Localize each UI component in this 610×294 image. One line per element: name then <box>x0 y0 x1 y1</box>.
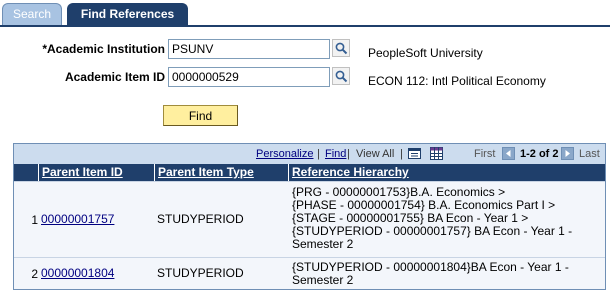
row-range: 1-2 of 2 <box>520 148 559 160</box>
column-reference-hierarchy[interactable]: Reference Hierarchy <box>288 164 605 181</box>
tab-underline <box>0 25 610 27</box>
hierarchy-line: Semester 2 <box>292 273 354 287</box>
institution-lookup-button[interactable] <box>332 39 350 57</box>
nav-separator: | <box>317 148 320 160</box>
table-row: 2 00000001804 STUDYPERIOD {STUDYPERIOD -… <box>14 257 605 289</box>
row-number: 2 <box>31 267 38 281</box>
page-tabs: Search Find References <box>0 0 610 27</box>
magnifier-icon <box>335 70 347 82</box>
tab-search[interactable]: Search <box>2 3 62 26</box>
references-grid: Personalize | Find | View All | First 1-… <box>13 143 606 290</box>
item-id-label: Academic Item ID <box>64 70 165 84</box>
reference-hierarchy: {STUDYPERIOD - 00000001804}BA Econ - Yea… <box>292 261 569 287</box>
item-id-lookup-button[interactable] <box>332 67 350 85</box>
nav-separator: | <box>400 148 403 160</box>
column-parent-item-type[interactable]: Parent Item Type <box>154 164 288 181</box>
spreadsheet-icon[interactable] <box>430 147 444 164</box>
parent-item-id-link[interactable]: 00000001757 <box>41 213 114 226</box>
previous-arrow-icon[interactable] <box>502 147 515 160</box>
parent-item-type: STUDYPERIOD <box>157 266 244 280</box>
institution-description: PeopleSoft University <box>368 46 483 60</box>
parent-item-id-link[interactable]: 00000001804 <box>41 267 114 280</box>
tab-find-references[interactable]: Find References <box>67 3 188 26</box>
find-button[interactable]: Find <box>163 105 238 126</box>
last-label[interactable]: Last <box>579 148 600 160</box>
nav-separator: | <box>347 148 350 160</box>
find-link[interactable]: Find <box>325 148 346 160</box>
parent-item-type: STUDYPERIOD <box>157 212 244 226</box>
download-icon[interactable] <box>408 147 423 164</box>
grid-header: Parent Item ID Parent Item Type Referenc… <box>14 164 605 181</box>
magnifier-icon <box>335 42 347 54</box>
personalize-link[interactable]: Personalize <box>256 148 313 160</box>
institution-input[interactable] <box>168 39 330 59</box>
next-arrow-icon[interactable] <box>561 147 574 160</box>
item-id-description: ECON 112: Intl Political Economy <box>368 74 546 88</box>
first-label[interactable]: First <box>474 148 495 160</box>
view-all-link[interactable]: View All <box>356 148 394 160</box>
item-id-input[interactable] <box>168 67 330 87</box>
grid-navigation-bar: Personalize | Find | View All | First 1-… <box>14 144 605 164</box>
reference-hierarchy: {PRG - 00000001753}B.A. Economics > {PHA… <box>292 186 572 251</box>
table-row: 1 00000001757 STUDYPERIOD {PRG - 0000000… <box>14 181 605 257</box>
institution-label: *Academic Institution <box>42 42 165 56</box>
row-number: 1 <box>31 213 38 227</box>
column-parent-item-id[interactable]: Parent Item ID <box>38 164 154 181</box>
hierarchy-line: Semester 2 <box>292 237 354 251</box>
